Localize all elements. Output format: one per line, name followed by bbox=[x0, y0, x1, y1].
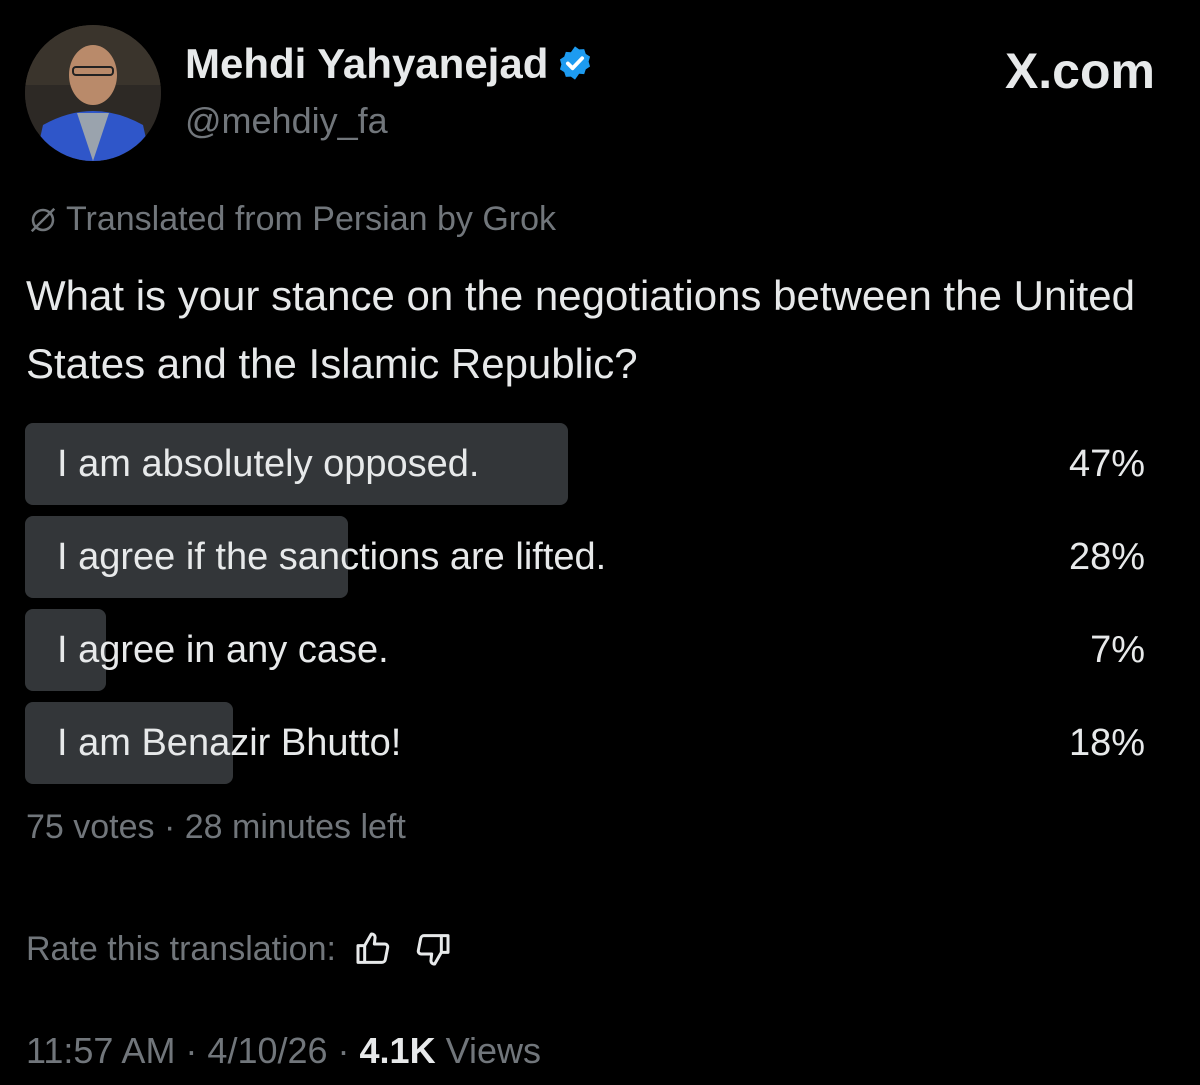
poll-option: I agree in any case. 7% bbox=[25, 609, 1145, 691]
poll-option: I am Benazir Bhutto! 18% bbox=[25, 702, 1145, 784]
poll-option-percent: 18% bbox=[1068, 722, 1145, 764]
poll-option-percent: 28% bbox=[1068, 536, 1145, 578]
poll-option-percent: 7% bbox=[1090, 629, 1145, 671]
post-footer: 11:57 AM · 4/10/26 · 4.1K Views bbox=[26, 1030, 541, 1072]
verified-badge-icon bbox=[560, 46, 591, 80]
grok-icon bbox=[30, 207, 56, 232]
poll-option-label: I am Benazir Bhutto! bbox=[57, 722, 402, 764]
post-timestamp[interactable]: 11:57 AM · 4/10/26 · bbox=[26, 1030, 360, 1071]
avatar-photo bbox=[25, 25, 161, 161]
poll-option-label: I agree if the sanctions are lifted. bbox=[57, 536, 607, 578]
views-label: Views bbox=[435, 1030, 541, 1071]
author-handle[interactable]: @mehdiy_fa bbox=[185, 100, 388, 142]
translation-note: Translated from Persian by Grok bbox=[28, 200, 556, 239]
rate-translation: Rate this translation: bbox=[26, 926, 456, 972]
poll-option-percent: 47% bbox=[1068, 443, 1145, 485]
avatar[interactable] bbox=[25, 25, 161, 161]
poll-option: I agree if the sanctions are lifted. 28% bbox=[25, 516, 1145, 598]
post-text: What is your stance on the negotiations … bbox=[26, 272, 1136, 387]
poll: I am absolutely opposed. 47% I agree if th… bbox=[25, 423, 1145, 795]
thumbs-up-icon[interactable] bbox=[350, 926, 396, 972]
poll-option: I am absolutely opposed. 47% bbox=[25, 423, 1145, 505]
poll-meta: 75 votes · 28 minutes left bbox=[26, 808, 406, 846]
poll-option-label: I agree in any case. bbox=[57, 629, 389, 671]
brand-logo: X.com bbox=[1004, 43, 1155, 99]
translation-note-text: Translated from Persian by Grok bbox=[66, 200, 557, 238]
views-count: 4.1K bbox=[359, 1030, 436, 1071]
rate-translation-label: Rate this translation: bbox=[26, 929, 336, 968]
thumbs-down-icon[interactable] bbox=[410, 926, 456, 972]
poll-option-label: I am absolutely opposed. bbox=[57, 443, 480, 485]
author-name[interactable]: Mehdi Yahyanejad bbox=[185, 40, 594, 88]
